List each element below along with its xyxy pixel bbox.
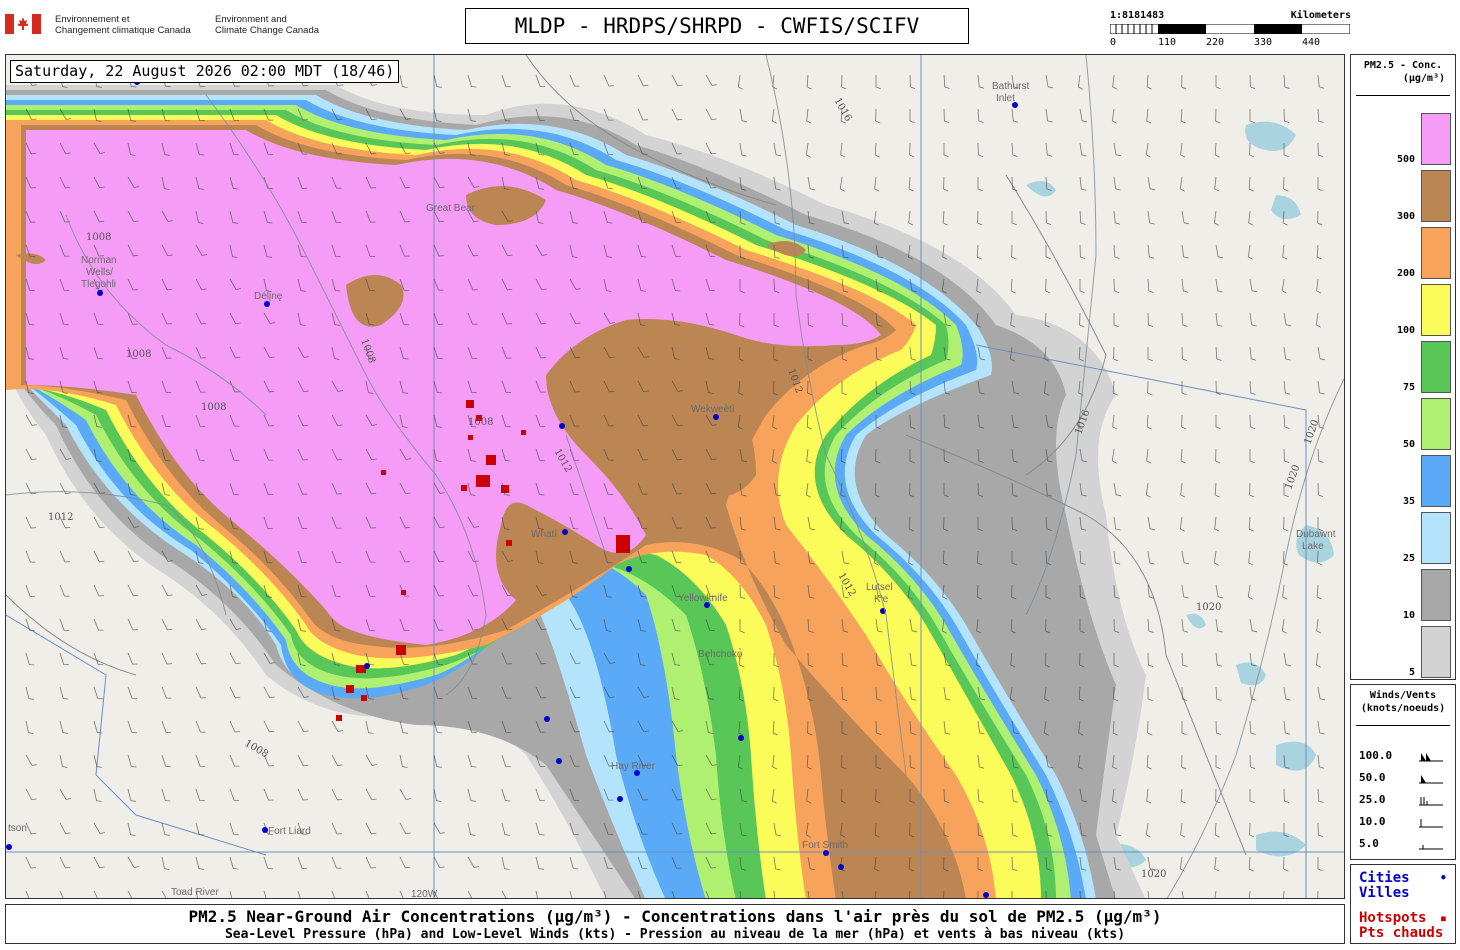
place-label: Hay River: [611, 761, 656, 772]
wind-legend-row: 5.0: [1359, 837, 1451, 853]
map-caption: PM2.5 Near-Ground Air Concentrations (µg…: [5, 904, 1345, 944]
hotspots-legend-label: Hotspots Pts chauds: [1359, 910, 1444, 941]
agency-name-en: Environment and Climate Change Canada: [215, 14, 320, 36]
scale-bar-graphic: [1110, 24, 1350, 34]
place-label: Lake: [1302, 541, 1324, 552]
scale-unit: Kilometers: [1290, 10, 1351, 21]
place-label: Fort Smith: [802, 840, 848, 851]
wind-legend-title: Winds/Vents (knots/noeuds): [1360, 690, 1446, 714]
place-label: Tlegohli: [81, 279, 116, 290]
wind-barb-icon: [1419, 845, 1443, 850]
place-label: Bathurst: [992, 81, 1029, 92]
legend-value: 500: [1396, 154, 1415, 165]
place-label: tson: [8, 823, 27, 834]
legend-title: PM2.5 - Conc. (µg/m³): [1363, 60, 1445, 84]
place-label: Whatì: [531, 529, 557, 540]
legend-value: 50: [1402, 439, 1415, 450]
scale-tick: 440: [1302, 37, 1321, 48]
wind-legend-row: 100.0: [1359, 749, 1451, 765]
scale-tick: 110: [1158, 37, 1177, 48]
caption-main: PM2.5 Near-Ground Air Concentrations (µg…: [188, 907, 1162, 926]
legend-value: 35: [1402, 496, 1415, 507]
isobar-label: 1008: [201, 402, 226, 413]
place-label: Wekweètì: [691, 404, 735, 415]
isobar-label: 1012: [48, 512, 73, 523]
scale-tick: 0: [1110, 37, 1117, 48]
scale-tick: 220: [1206, 37, 1225, 48]
legend-swatch: [1421, 398, 1451, 450]
isobar-label: 1008: [86, 232, 111, 243]
longitude-label: 120W: [411, 889, 438, 899]
legend-swatch: [1421, 113, 1451, 165]
legend-value: 10: [1402, 610, 1415, 621]
legend-swatch: [1421, 512, 1451, 564]
legend-swatch: [1421, 284, 1451, 336]
wind-legend-divider: [1356, 725, 1450, 726]
place-label: Yellowknife: [678, 593, 728, 604]
legend-value: 300: [1396, 211, 1415, 222]
canada-flag-icon: [5, 14, 41, 34]
isobar-label: 1008: [468, 417, 493, 428]
wind-legend-row: 25.0: [1359, 793, 1451, 809]
wind-barb-icon: [1419, 819, 1443, 828]
wind-barb-icon: [1419, 775, 1443, 784]
legend-swatch: [1421, 170, 1451, 222]
legend-swatch: [1421, 569, 1451, 621]
smoke-forecast-map[interactable]: Bathurst Inlet Norman Wells/ Tlegohli Dé…: [5, 54, 1345, 899]
place-label: Délįnę: [254, 291, 283, 302]
legend-value: 75: [1402, 382, 1415, 393]
scale-tick: 330: [1254, 37, 1273, 48]
legend-value: 25: [1402, 553, 1415, 564]
place-label: Wells/: [86, 267, 113, 278]
scale-bar: 1:8181483 Kilometers 0 110 220 330 440: [1108, 10, 1353, 50]
symbol-legend: Cities Villes • Hotspots Pts chauds ▪: [1350, 864, 1456, 944]
isobar-label: 1020: [1141, 869, 1166, 880]
legend-swatch: [1421, 626, 1451, 678]
place-label: Great Bear: [426, 203, 476, 214]
legend-swatch: [1421, 455, 1451, 507]
caption-sub: Sea-Level Pressure (hPa) and Low-Level W…: [224, 927, 1126, 942]
isobar-label: 1008: [126, 349, 151, 360]
legend-value: 5: [1408, 667, 1415, 678]
scale-ratio: 1:8181483: [1110, 10, 1165, 21]
map-canvas: Bathurst Inlet Norman Wells/ Tlegohli Dé…: [6, 55, 1344, 899]
wind-legend: Winds/Vents (knots/noeuds) 100.0 50.0 25…: [1350, 684, 1456, 860]
hotspot-square-icon: ▪: [1439, 911, 1447, 925]
place-label: Behchokǫ̀: [698, 647, 743, 660]
legend-swatch: [1421, 227, 1451, 279]
forecast-timestamp: Saturday, 22 August 2026 02:00 MDT (18/4…: [10, 60, 400, 83]
cities-legend-label: Cities Villes: [1359, 870, 1410, 901]
wind-barb-icon: [1419, 797, 1443, 806]
legend-divider: [1356, 95, 1450, 96]
place-label: Fort Liard: [268, 826, 311, 837]
place-label: Dubawnt: [1296, 529, 1336, 540]
place-label: Toad River: [171, 887, 219, 898]
concentration-legend: PM2.5 - Conc. (µg/m³) 500 300 200 100 75 50 35…: [1350, 54, 1456, 680]
legend-value: 100: [1396, 325, 1415, 336]
eccc-logo: Environnement et Changement climatique C…: [5, 12, 335, 40]
wind-legend-row: 10.0: [1359, 815, 1451, 831]
place-label: Norman: [81, 255, 117, 266]
agency-name-fr: Environnement et Changement climatique C…: [55, 14, 191, 36]
isobar-label: 1020: [1196, 602, 1221, 613]
legend-value: 200: [1396, 268, 1415, 279]
page-title: MLDP - HRDPS/SHRPD - CWFIS/SCIFV: [465, 8, 969, 44]
wind-barb-icon: [1419, 753, 1443, 762]
legend-swatch: [1421, 341, 1451, 393]
place-label: Inlet: [996, 93, 1015, 104]
wind-legend-row: 50.0: [1359, 771, 1451, 787]
city-dot-icon: •: [1439, 871, 1447, 885]
